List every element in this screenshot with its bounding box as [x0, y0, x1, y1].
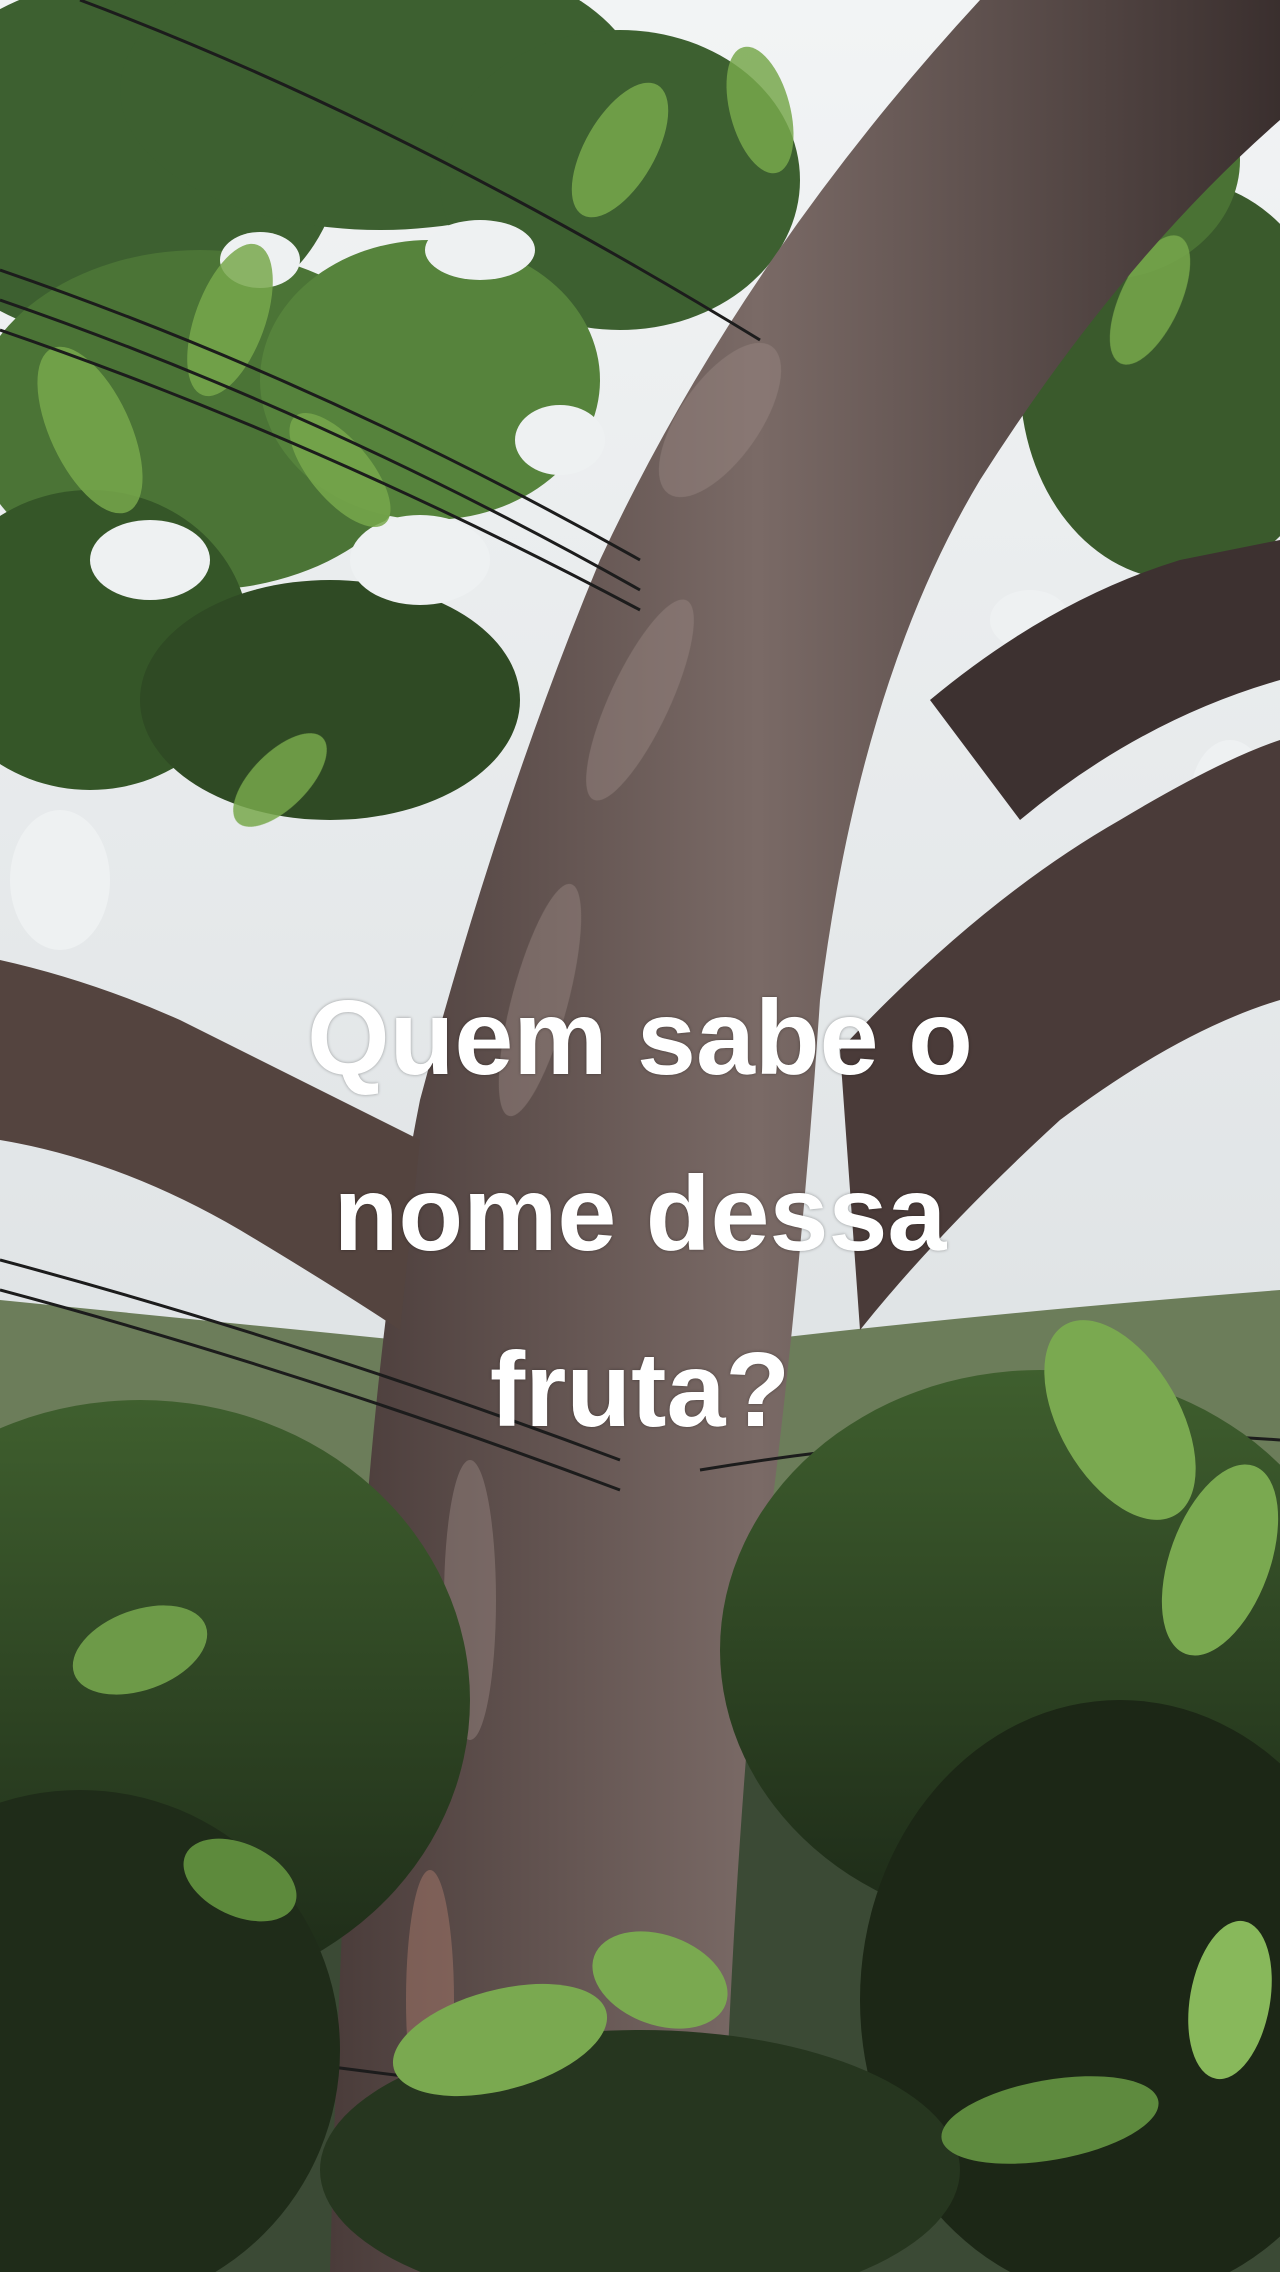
caption-line-3: fruta?: [489, 1331, 791, 1449]
caption-line-1: Quem sabe o: [307, 979, 973, 1097]
video-caption: Quem sabe o nome dessa fruta?: [140, 950, 1140, 1478]
video-frame: Quem sabe o nome dessa fruta?: [0, 0, 1280, 2272]
caption-line-2: nome dessa: [333, 1155, 947, 1273]
